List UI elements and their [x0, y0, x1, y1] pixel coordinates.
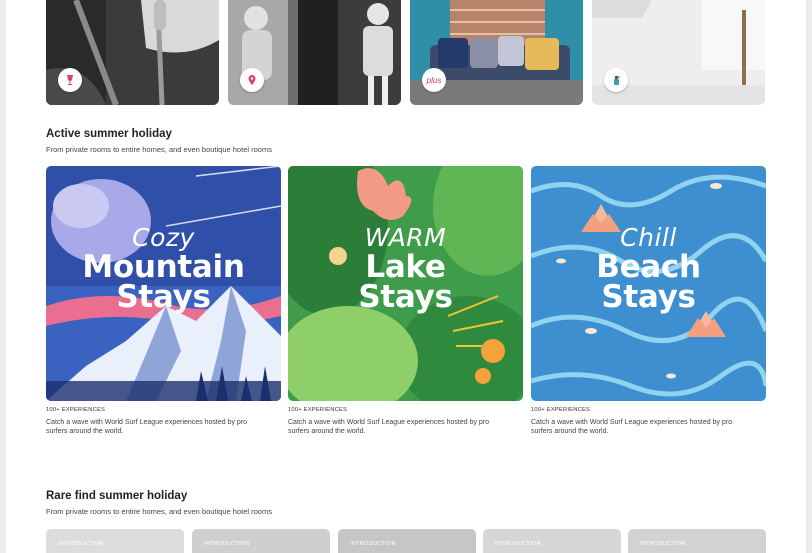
active-section-subtitle: From private rooms to entire homes, and … — [46, 145, 272, 154]
active-section-title: Active summer holiday — [46, 128, 172, 140]
intro-tile-5[interactable]: INTRODUCTION — [628, 529, 766, 553]
photo-card-room[interactable] — [592, 0, 765, 105]
rare-section-subtitle: From private rooms to entire homes, and … — [46, 507, 272, 516]
card-mountain-stays[interactable]: Cozy Mountain Stays 100+ EXPERIENCES Cat… — [46, 166, 281, 436]
card-beach-stays[interactable]: Chill Beach Stays 100+ EXPERIENCES Catch… — [531, 166, 766, 436]
beach-script: Chill — [620, 223, 677, 252]
intro-label: INTRODUCTION — [350, 541, 396, 547]
lake-line2: Stays — [358, 278, 453, 315]
intro-label: INTRODUCTION — [495, 541, 541, 547]
spray-bottle-badge — [604, 68, 628, 92]
rare-section-title: Rare find summer holiday — [46, 490, 188, 502]
lake-script: WARM — [364, 223, 447, 252]
photo-card-chair[interactable] — [46, 0, 219, 105]
mountain-line2: Stays — [116, 278, 211, 315]
intro-label: INTRODUCTION — [204, 541, 250, 547]
photo-card-children[interactable] — [228, 0, 401, 105]
beach-description: Catch a wave with World Surf League expe… — [531, 419, 733, 436]
intro-tile-2[interactable]: INTRODUCTION — [192, 529, 330, 553]
lake-kicker: 100+ EXPERIENCES — [288, 407, 348, 413]
plus-logo-icon: plus — [426, 75, 442, 85]
wine-glass-badge — [58, 68, 82, 92]
map-pin-badge — [240, 68, 264, 92]
lake-illustration: WARM Lake Stays — [288, 166, 523, 401]
mountain-line1: Mountain — [82, 248, 245, 285]
intro-label: INTRODUCTION — [640, 541, 686, 547]
beach-line1: Beach — [596, 248, 701, 285]
beach-illustration: Chill Beach Stays — [531, 166, 766, 401]
beach-line2: Stays — [601, 278, 696, 315]
beach-kicker: 100+ EXPERIENCES — [531, 407, 591, 413]
mountain-title: Cozy Mountain Stays — [46, 223, 281, 315]
intro-label: INTRODUCTION — [58, 541, 104, 547]
intro-tile-4[interactable]: INTRODUCTION — [483, 529, 621, 553]
lake-description: Catch a wave with World Surf League expe… — [288, 419, 490, 436]
spray-bottle-icon — [614, 76, 620, 85]
page: plus Active summer holiday From private … — [6, 0, 806, 553]
mountain-script: Cozy — [132, 223, 195, 252]
mountain-illustration: Cozy Mountain Stays — [46, 166, 281, 401]
intro-tile-3[interactable]: INTRODUCTION — [338, 529, 476, 553]
top-photo-row: plus — [46, 0, 767, 105]
mountain-kicker: 100+ EXPERIENCES — [46, 407, 106, 413]
lake-title: WARM Lake Stays — [288, 223, 523, 315]
plus-logo-badge: plus — [422, 68, 446, 92]
card-lake-stays[interactable]: WARM Lake Stays 100+ EXPERIENCES Catch a… — [288, 166, 523, 436]
map-pin-icon — [248, 75, 256, 85]
beach-title: Chill Beach Stays — [531, 223, 766, 315]
wine-glass-icon — [67, 75, 73, 85]
photo-card-pillows[interactable]: plus — [410, 0, 583, 105]
intro-tile-1[interactable]: INTRODUCTION — [46, 529, 184, 553]
lake-line1: Lake — [365, 248, 446, 285]
mountain-description: Catch a wave with World Surf League expe… — [46, 419, 248, 436]
